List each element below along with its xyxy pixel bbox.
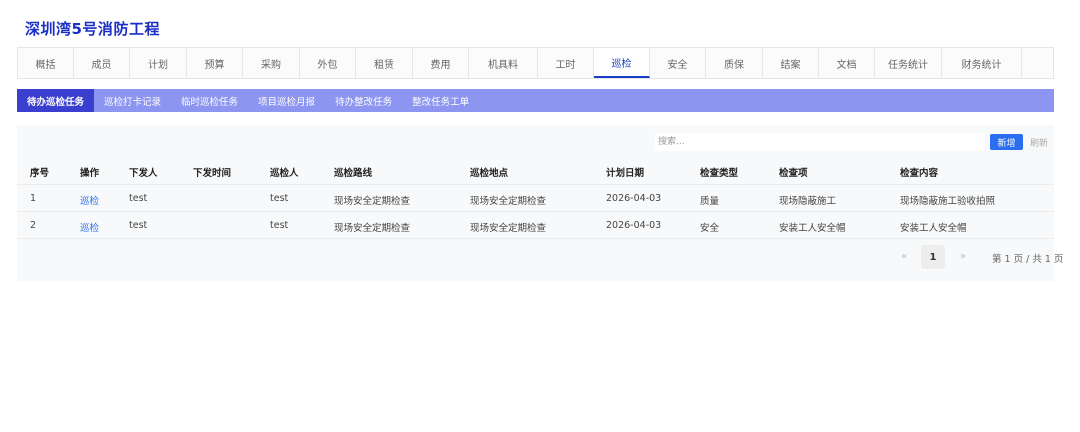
table-cell: 现场安全定期检查 [334,196,411,207]
search-input[interactable] [655,133,985,151]
column-header: 检查项 [779,168,808,179]
table-cell: 现场隐蔽施工验收拍照 [900,196,996,207]
table-cell: 现场安全定期检查 [470,196,547,207]
inspect-link[interactable]: 巡检 [80,193,99,207]
column-header: 操作 [80,168,100,179]
main-tab-bar: 概括 成员 计划 预算 采购 外包 租赁 费用 机具料 工时 巡检 安全 质保 结案 文档 任务统计 财务统计 [17,47,1054,79]
row-divider [17,211,1054,212]
table-cell: 现场隐蔽施工 [779,196,837,207]
sub-tab[interactable]: 临时巡检任务 [171,89,248,112]
refresh-button[interactable]: 刷新 [1030,134,1048,150]
main-tab[interactable]: 质保 [706,48,763,78]
main-tab[interactable]: 计划 [130,48,187,78]
main-tab[interactable]: 安全 [650,48,706,78]
page-title: 深圳湾5号消防工程 [25,20,160,38]
main-tab[interactable]: 费用 [413,48,469,78]
main-tab[interactable]: 成员 [74,48,130,78]
add-button[interactable]: 新增 [990,134,1023,150]
main-tab[interactable]: 财务统计 [942,48,1022,78]
table-cell: 安装工人安全帽 [779,223,846,234]
table-cell: 质量 [700,196,720,207]
sub-tab[interactable]: 整改任务工单 [402,89,479,112]
sub-tab[interactable]: 待办巡检任务 [17,89,95,112]
column-header: 巡检地点 [470,168,509,179]
main-tab[interactable]: 租赁 [356,48,413,78]
row-divider [17,238,1054,239]
column-header: 检查内容 [900,168,939,179]
table-cell: test [270,193,289,204]
main-tab[interactable]: 文档 [819,48,875,78]
table-cell: 2 [30,220,37,231]
column-header: 巡检人 [270,168,299,179]
main-tab[interactable]: 任务统计 [875,48,942,78]
inspect-link[interactable]: 巡检 [80,220,99,234]
pager-prev-button[interactable]: « [901,251,907,262]
pager-info: 第 1 页 / 共 1 页 [992,254,1064,265]
main-tab[interactable]: 采购 [243,48,300,78]
table-cell: test [129,193,148,204]
pager-page-button[interactable]: 1 [921,245,945,269]
table-cell: 现场安全定期检查 [334,223,411,234]
column-header: 计划日期 [606,168,645,179]
row-divider [17,184,1054,185]
table-cell: test [129,220,148,231]
main-tab[interactable]: 巡检 [594,48,650,78]
main-tab[interactable]: 结案 [763,48,819,78]
pager-next-button[interactable]: » [960,251,966,262]
table-cell: 现场安全定期检查 [470,223,547,234]
main-tab[interactable]: 工时 [538,48,594,78]
main-tab[interactable]: 预算 [187,48,243,78]
column-header: 序号 [30,168,50,179]
sub-tab-bar: 待办巡检任务 巡检打卡记录 临时巡检任务 项目巡检月报 待办整改任务 整改任务工单 [17,89,1054,112]
column-header: 巡检路线 [334,168,373,179]
table-cell: 安全 [700,223,720,234]
main-tab[interactable]: 机具料 [469,48,538,78]
sub-tab[interactable]: 项目巡检月报 [248,89,325,112]
main-tab[interactable]: 外包 [300,48,356,78]
main-tab[interactable]: 概括 [18,48,74,78]
table-cell: test [270,220,289,231]
table-cell: 安装工人安全帽 [900,223,967,234]
table-cell: 2026-04-03 [606,193,662,204]
column-header: 检查类型 [700,168,739,179]
column-header: 下发人 [129,168,158,179]
column-header: 下发时间 [193,168,232,179]
table-cell: 2026-04-03 [606,220,662,231]
sub-tab[interactable]: 待办整改任务 [325,89,402,112]
sub-tab[interactable]: 巡检打卡记录 [94,89,171,112]
table-cell: 1 [30,193,37,204]
